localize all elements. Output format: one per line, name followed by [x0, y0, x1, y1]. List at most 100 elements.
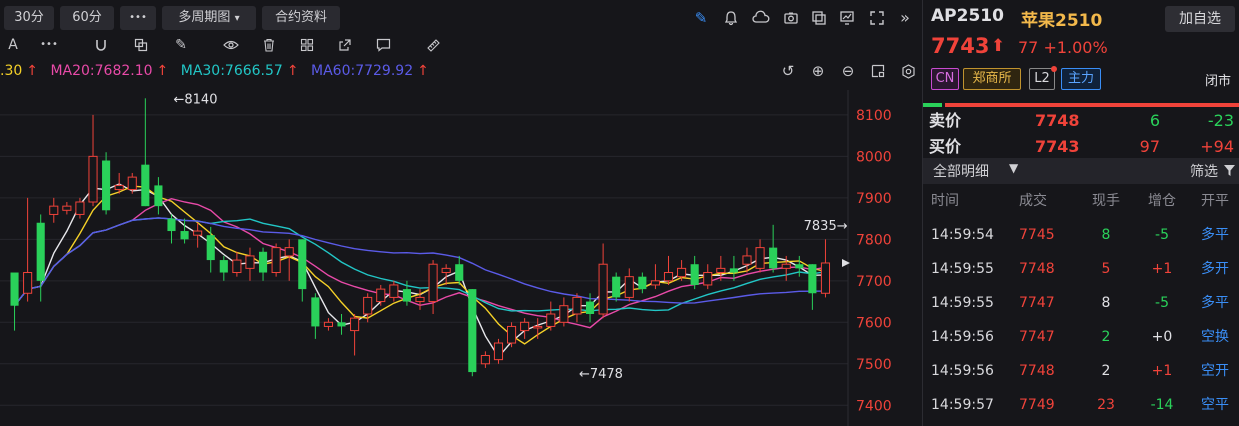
caret-down-icon[interactable]: ▼	[1009, 161, 1018, 175]
copy-window-icon[interactable]	[808, 6, 830, 30]
undo-icon[interactable]: ↺	[778, 60, 798, 82]
candle-body	[323, 321, 333, 327]
settings-icon[interactable]	[898, 60, 918, 82]
y-tick-label: 8100	[856, 108, 892, 124]
tick-time: 14:59:55	[931, 261, 994, 277]
filter-button[interactable]: 筛选	[1190, 161, 1218, 181]
period-60min-button[interactable]: 60分	[60, 6, 114, 30]
zoom-out-icon[interactable]: ⊖	[838, 60, 858, 82]
period-30min-button[interactable]: 30分	[4, 6, 54, 30]
multi-period-button[interactable]: 多周期图 ▾	[162, 6, 256, 30]
candle-body	[808, 264, 817, 294]
bid-ask-ratio-bar	[923, 103, 1239, 107]
order-book-row[interactable]: 买价 7743 97 +94	[923, 136, 1239, 158]
detail-dropdown[interactable]: 全部明细	[933, 161, 989, 181]
candle	[546, 301, 556, 331]
candle-body	[559, 305, 569, 323]
candle-body	[546, 313, 556, 327]
y-tick-label: 8000	[856, 149, 892, 165]
tick-oi: -5	[1155, 227, 1169, 243]
add-watchlist-button[interactable]: 加自选	[1165, 6, 1235, 32]
pencil-icon[interactable]: ✎	[690, 6, 712, 30]
candle-body	[716, 267, 726, 274]
y-tick-label: 7400	[856, 398, 892, 414]
candle	[612, 272, 621, 302]
candle-body	[206, 235, 215, 261]
candle	[193, 222, 203, 248]
contract-info-button[interactable]: 合约资料	[262, 6, 340, 30]
bell-icon[interactable]	[720, 6, 742, 30]
tick-price: 7747	[1019, 295, 1055, 311]
extreme-price-label: ←7478	[579, 367, 623, 382]
text-tool-icon[interactable]: A	[2, 34, 24, 56]
export-icon[interactable]	[334, 34, 356, 56]
candle	[271, 243, 281, 277]
layers-icon[interactable]	[130, 34, 152, 56]
candle	[755, 239, 765, 273]
candle	[559, 297, 569, 327]
candle-body	[36, 222, 45, 281]
ruler-icon[interactable]	[422, 34, 444, 56]
candle-body	[114, 184, 124, 191]
candle-body	[49, 205, 59, 215]
tick-time: 14:59:55	[931, 295, 994, 311]
ob-price: 7743	[1035, 137, 1080, 156]
ob-change: +94	[1200, 137, 1234, 156]
region-tag: CN	[931, 68, 959, 90]
candle-body	[533, 325, 543, 329]
kline-chart[interactable]: 8100 8000 7900 7800 7700 7600 7500 7400 ←8140 78…	[0, 90, 921, 426]
candle	[468, 289, 477, 377]
tick-qty: 5	[1101, 261, 1111, 277]
candle-body	[663, 272, 674, 282]
y-tick-label: 7700	[856, 274, 892, 290]
notification-dot	[1051, 66, 1057, 72]
collapse-right-icon[interactable]: »	[894, 6, 916, 30]
header-qty: 现手	[1092, 193, 1120, 209]
extreme-price-label: 7835→	[804, 219, 848, 234]
candle-body	[441, 267, 451, 274]
funnel-icon[interactable]	[1223, 161, 1236, 181]
candle	[572, 293, 582, 323]
candle	[49, 197, 59, 223]
ob-change: -23	[1207, 111, 1234, 130]
order-book-row[interactable]: 卖价 7748 6 -23	[923, 110, 1239, 132]
more-tools-icon[interactable]: •••	[38, 34, 60, 56]
more-periods-button[interactable]: •••	[120, 6, 156, 30]
price-change: 77 +1.00%	[1018, 38, 1108, 57]
tick-price: 7745	[1019, 227, 1055, 243]
tick-qty: 8	[1101, 227, 1111, 243]
magnet-icon[interactable]	[90, 34, 112, 56]
cloud-icon[interactable]	[750, 6, 772, 30]
candle-body	[180, 231, 189, 240]
candle	[638, 272, 647, 294]
monitor-chart-icon[interactable]	[836, 6, 858, 30]
tick-type: 空平	[1201, 397, 1229, 413]
candle-body	[62, 205, 72, 211]
candle-body	[480, 354, 490, 365]
candle-body	[455, 264, 464, 281]
tick-table-header: 时间 成交 现手 增仓 开平	[923, 188, 1239, 214]
grid-icon[interactable]	[296, 34, 318, 56]
main-contract-tag[interactable]: 主力	[1061, 68, 1101, 90]
eye-icon[interactable]	[220, 34, 242, 56]
candle-body	[572, 296, 582, 315]
brush-icon[interactable]: ✎	[170, 34, 192, 56]
detail-filter-bar: 全部明细 ▼ 筛选	[923, 158, 1239, 184]
trash-icon[interactable]	[258, 34, 280, 56]
candle-body	[624, 276, 634, 298]
tick-time: 14:59:57	[931, 397, 994, 413]
tick-oi: +0	[1151, 329, 1173, 345]
zoom-in-icon[interactable]: ⊕	[808, 60, 828, 82]
exchange-tag[interactable]: 郑商所	[963, 68, 1021, 90]
tick-row: 14:59:56 7748 2 +1 空开	[923, 354, 1239, 388]
ob-label: 买价	[929, 137, 962, 156]
chart-pane: 30分 60分 ••• 多周期图 ▾ 合约资料 ✎ » A ••• ✎ .30 …	[0, 0, 921, 426]
drawing-toolbar: A ••• ✎	[0, 32, 921, 58]
fullscreen-icon[interactable]	[866, 6, 888, 30]
comment-icon[interactable]	[372, 34, 394, 56]
tick-price: 7747	[1019, 329, 1055, 345]
reset-view-icon[interactable]	[868, 60, 888, 82]
candle	[480, 351, 490, 368]
camera-icon[interactable]	[780, 6, 802, 30]
candle-body	[337, 322, 346, 327]
